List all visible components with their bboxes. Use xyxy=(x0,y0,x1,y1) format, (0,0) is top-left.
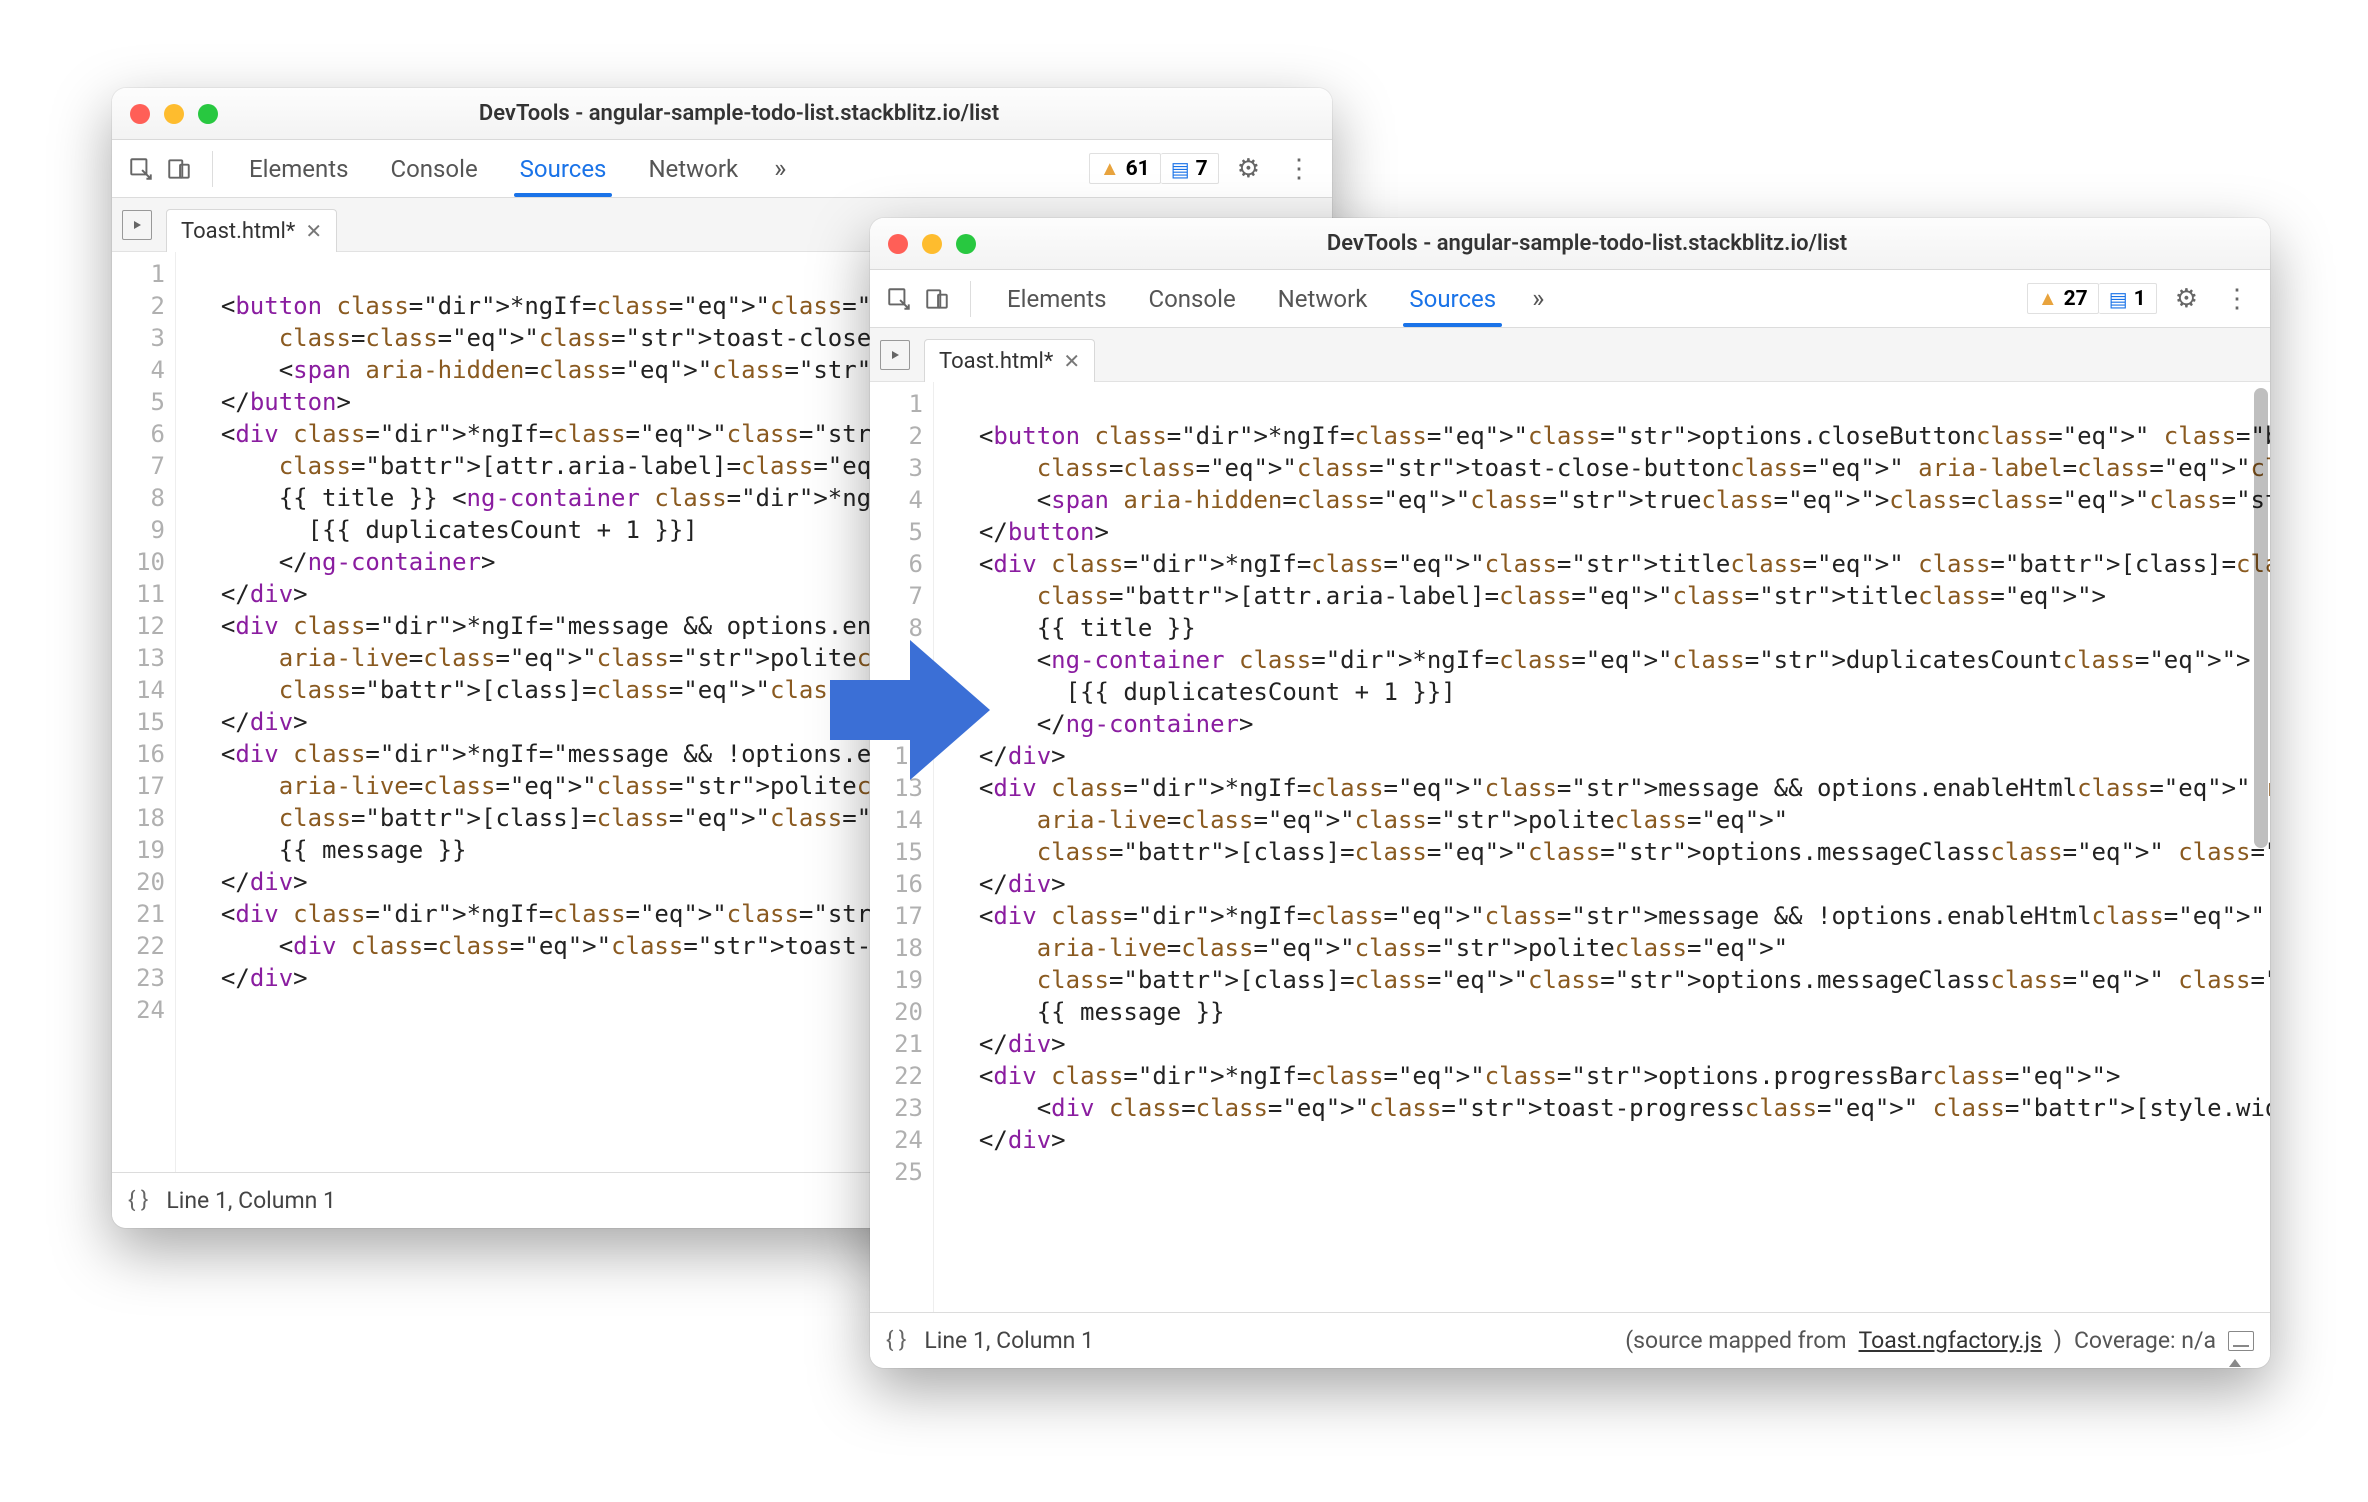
editor-tabstrip: Toast.html* ✕ xyxy=(870,328,2270,382)
messages-badge[interactable]: ▤7 xyxy=(1161,153,1219,184)
file-tab-label: Toast.html* xyxy=(181,219,295,244)
tab-elements[interactable]: Elements xyxy=(231,140,366,197)
window-title: DevTools - angular-sample-todo-list.stac… xyxy=(238,101,1314,126)
navigator-toggle-icon[interactable] xyxy=(880,340,910,370)
tab-console[interactable]: Console xyxy=(1130,270,1253,327)
line-gutter: 1234567891011121314151617181920212223242… xyxy=(870,382,934,1312)
issue-badges[interactable]: ▲61 ▤7 xyxy=(1089,153,1219,184)
line-gutter: 123456789101112131415161718192021222324 xyxy=(112,252,176,1172)
inspect-element-icon[interactable] xyxy=(884,284,914,314)
devtools-toolbar: Elements Console Sources Network » ▲61 ▤… xyxy=(112,140,1332,198)
fullscreen-window-icon[interactable] xyxy=(198,104,218,124)
minimize-window-icon[interactable] xyxy=(922,234,942,254)
devtools-toolbar: Elements Console Network Sources » ▲27 ▤… xyxy=(870,270,2270,328)
fullscreen-window-icon[interactable] xyxy=(956,234,976,254)
status-bar: { } Line 1, Column 1 (source mapped from… xyxy=(870,1312,2270,1368)
more-tabs-icon[interactable]: » xyxy=(764,154,796,184)
file-tab[interactable]: Toast.html* ✕ xyxy=(924,339,1095,383)
cursor-position: Line 1, Column 1 xyxy=(166,1187,336,1214)
pretty-print-icon[interactable]: { } xyxy=(886,1328,906,1353)
close-window-icon[interactable] xyxy=(130,104,150,124)
inspect-element-icon[interactable] xyxy=(126,154,156,184)
close-icon[interactable]: ✕ xyxy=(305,219,322,243)
warnings-badge[interactable]: ▲61 xyxy=(1089,153,1161,184)
scrollbar-thumb[interactable] xyxy=(2254,388,2268,848)
settings-icon[interactable]: ⚙ xyxy=(2165,284,2208,314)
cursor-position: Line 1, Column 1 xyxy=(924,1327,1094,1354)
tab-network[interactable]: Network xyxy=(630,140,756,197)
navigator-toggle-icon[interactable] xyxy=(122,210,152,240)
warning-icon: ▲ xyxy=(2038,286,2058,311)
separator xyxy=(212,151,213,187)
code-editor[interactable]: 1234567891011121314151617181920212223242… xyxy=(870,382,2270,1312)
source-map-link[interactable]: Toast.ngfactory.js xyxy=(1859,1327,2042,1354)
more-menu-icon[interactable]: ⋮ xyxy=(2216,284,2256,314)
file-tab-label: Toast.html* xyxy=(939,349,1053,374)
titlebar[interactable]: DevTools - angular-sample-todo-list.stac… xyxy=(870,218,2270,270)
warning-icon: ▲ xyxy=(1100,156,1120,181)
window-controls xyxy=(888,234,976,254)
drawer-toggle-icon[interactable] xyxy=(2228,1331,2254,1351)
scrollbar[interactable] xyxy=(2250,382,2268,1312)
window-controls xyxy=(130,104,218,124)
warnings-badge[interactable]: ▲27 xyxy=(2027,283,2099,314)
code-area[interactable]: <button class="dir">*ngIf=class="eq">"cl… xyxy=(934,382,2270,1312)
settings-icon[interactable]: ⚙ xyxy=(1227,154,1270,184)
issue-badges[interactable]: ▲27 ▤1 xyxy=(2027,283,2157,314)
devtools-window-after: DevTools - angular-sample-todo-list.stac… xyxy=(870,218,2270,1368)
source-mapped-suffix: ) xyxy=(2054,1327,2062,1354)
panel-tabs: Elements Console Sources Network xyxy=(231,140,756,197)
source-mapped-prefix: (source mapped from xyxy=(1625,1327,1846,1354)
more-tabs-icon[interactable]: » xyxy=(1522,284,1554,314)
more-menu-icon[interactable]: ⋮ xyxy=(1278,154,1318,184)
device-toolbar-icon[interactable] xyxy=(922,284,952,314)
device-toolbar-icon[interactable] xyxy=(164,154,194,184)
pretty-print-icon[interactable]: { } xyxy=(128,1188,148,1213)
messages-badge[interactable]: ▤1 xyxy=(2099,283,2157,314)
coverage-text: Coverage: n/a xyxy=(2074,1327,2216,1354)
message-icon: ▤ xyxy=(1171,157,1190,181)
tab-sources[interactable]: Sources xyxy=(1391,270,1514,327)
file-tab[interactable]: Toast.html* ✕ xyxy=(166,209,337,253)
window-title: DevTools - angular-sample-todo-list.stac… xyxy=(996,231,2252,256)
tab-network[interactable]: Network xyxy=(1260,270,1386,327)
tab-elements[interactable]: Elements xyxy=(989,270,1124,327)
titlebar[interactable]: DevTools - angular-sample-todo-list.stac… xyxy=(112,88,1332,140)
panel-tabs: Elements Console Network Sources xyxy=(989,270,1514,327)
close-icon[interactable]: ✕ xyxy=(1063,349,1080,373)
tab-console[interactable]: Console xyxy=(372,140,495,197)
message-icon: ▤ xyxy=(2109,287,2128,311)
minimize-window-icon[interactable] xyxy=(164,104,184,124)
tab-sources[interactable]: Sources xyxy=(502,140,625,197)
separator xyxy=(970,281,971,317)
close-window-icon[interactable] xyxy=(888,234,908,254)
